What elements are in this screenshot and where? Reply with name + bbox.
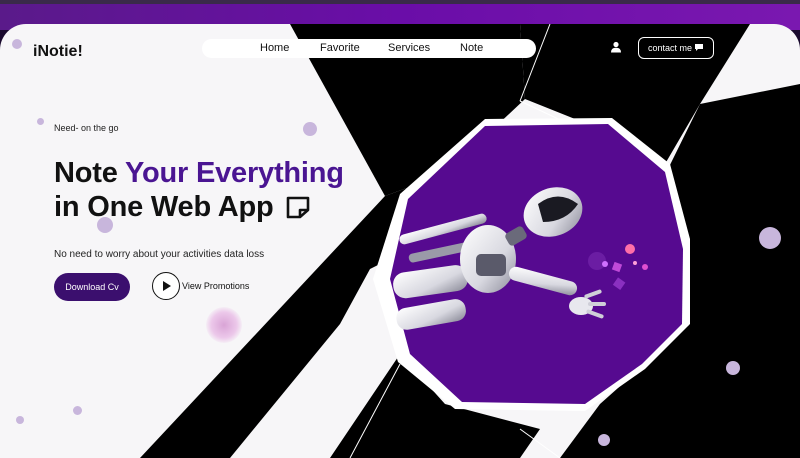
headline-plain: Note xyxy=(54,157,125,189)
decor-dot xyxy=(16,416,24,424)
decor-dot xyxy=(206,307,242,343)
main-nav: Home Favorite Services Note xyxy=(202,39,536,58)
headline-line2: in One Web App xyxy=(54,191,274,223)
contact-me-label: contact me xyxy=(648,43,693,53)
contact-me-button[interactable]: contact me xyxy=(638,37,714,59)
particles-icon xyxy=(588,244,648,290)
nav-favorite[interactable]: Favorite xyxy=(320,42,360,54)
play-icon xyxy=(152,272,180,300)
nav-services[interactable]: Services xyxy=(388,42,430,54)
headline-accent: Your Everything xyxy=(124,157,344,189)
decor-dot xyxy=(73,406,82,415)
landing-page: iNotie! Home Favorite Services Note cont… xyxy=(0,24,800,458)
robot-illustration xyxy=(393,187,606,330)
view-promotions-label: View Promotions xyxy=(182,281,250,291)
nav-home[interactable]: Home xyxy=(260,42,289,54)
decor-dot xyxy=(37,118,44,125)
decor-dot xyxy=(12,39,22,49)
decor-dot xyxy=(759,227,781,249)
hero-tagline: Need- on the go xyxy=(54,123,119,133)
decor-dot xyxy=(303,122,317,136)
brand-logo[interactable]: iNotie! xyxy=(33,43,83,61)
download-cv-button[interactable]: Download Cv xyxy=(54,273,130,301)
decor-dot xyxy=(726,361,740,375)
sticky-note-icon xyxy=(287,196,310,219)
decor-dot xyxy=(598,434,610,446)
user-icon[interactable] xyxy=(610,41,622,53)
chat-icon xyxy=(695,44,703,51)
view-promotions-button[interactable]: View Promotions xyxy=(152,272,249,300)
hero-subtext: No need to worry about your activities d… xyxy=(54,249,265,260)
nav-note[interactable]: Note xyxy=(460,42,483,54)
hero-headline: Note Your Everything in One Web App xyxy=(54,156,344,224)
